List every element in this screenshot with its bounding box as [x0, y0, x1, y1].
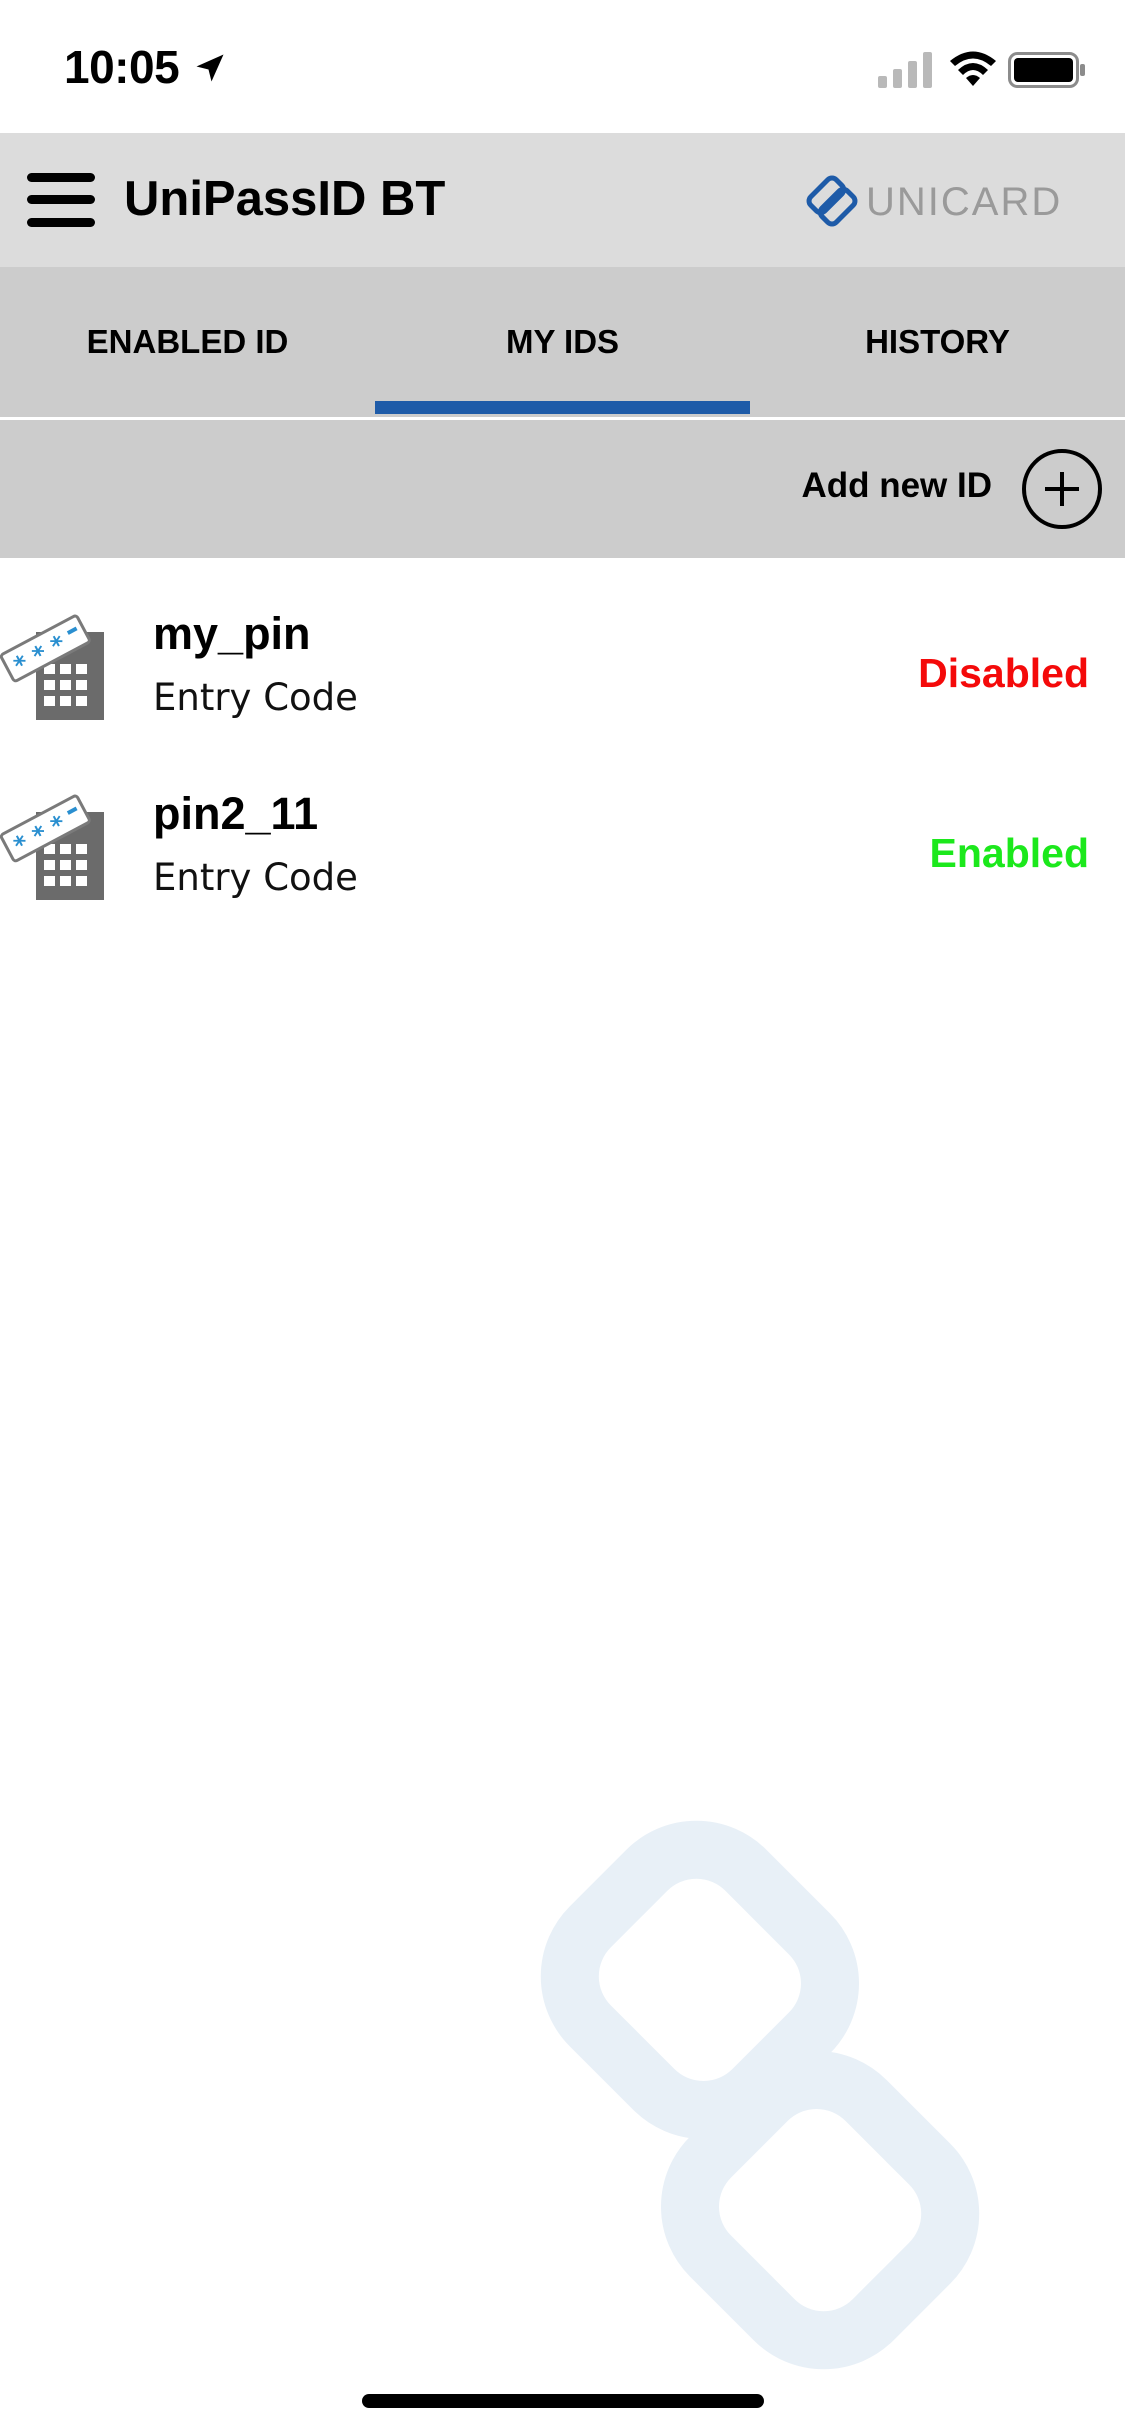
battery-icon — [1008, 52, 1085, 88]
plus-circle-icon[interactable] — [1021, 448, 1103, 530]
hamburger-menu-icon[interactable] — [27, 173, 95, 227]
id-name: pin2_11 — [153, 788, 319, 839]
list-item[interactable]: * * * pin2_11 Entry Code Enabled — [0, 738, 1125, 918]
app-title: UniPassID BT — [124, 172, 446, 226]
action-bar: Add new ID — [0, 420, 1125, 558]
cellular-signal-icon — [878, 52, 932, 88]
status-badge: Enabled — [929, 830, 1089, 876]
keypad-entry-code-icon: * * * — [0, 794, 104, 900]
home-indicator[interactable] — [362, 2394, 764, 2408]
app-header: UniPassID BT UNICARD — [0, 133, 1125, 267]
id-name: my_pin — [153, 608, 311, 659]
keypad-entry-code-icon: * * * — [0, 614, 104, 720]
id-type: Entry Code — [153, 676, 358, 719]
wifi-icon — [950, 51, 996, 86]
tab-my-ids[interactable]: MY IDS — [375, 267, 750, 417]
status-time: 10:05 — [64, 41, 180, 93]
id-type: Entry Code — [153, 856, 358, 899]
add-new-id-button[interactable]: Add new ID — [801, 466, 992, 506]
list-item[interactable]: * * * my_pin Entry Code Disabled — [0, 558, 1125, 738]
tab-bar: ENABLED ID MY IDS HISTORY — [0, 267, 1125, 417]
brand-name: UNICARD — [866, 180, 1062, 224]
tab-enabled-id[interactable]: ENABLED ID — [0, 267, 375, 417]
location-arrow-icon — [196, 54, 224, 82]
screen: 10:05 UniPassID BT UNICARD ENABLED ID MY… — [0, 0, 1125, 2436]
status-badge: Disabled — [918, 650, 1089, 696]
active-tab-indicator — [375, 401, 750, 414]
tab-history[interactable]: HISTORY — [750, 267, 1125, 417]
status-bar: 10:05 — [0, 0, 1125, 133]
unicard-watermark-logo — [540, 1820, 980, 2370]
unicard-logo: UNICARD — [806, 175, 1062, 227]
